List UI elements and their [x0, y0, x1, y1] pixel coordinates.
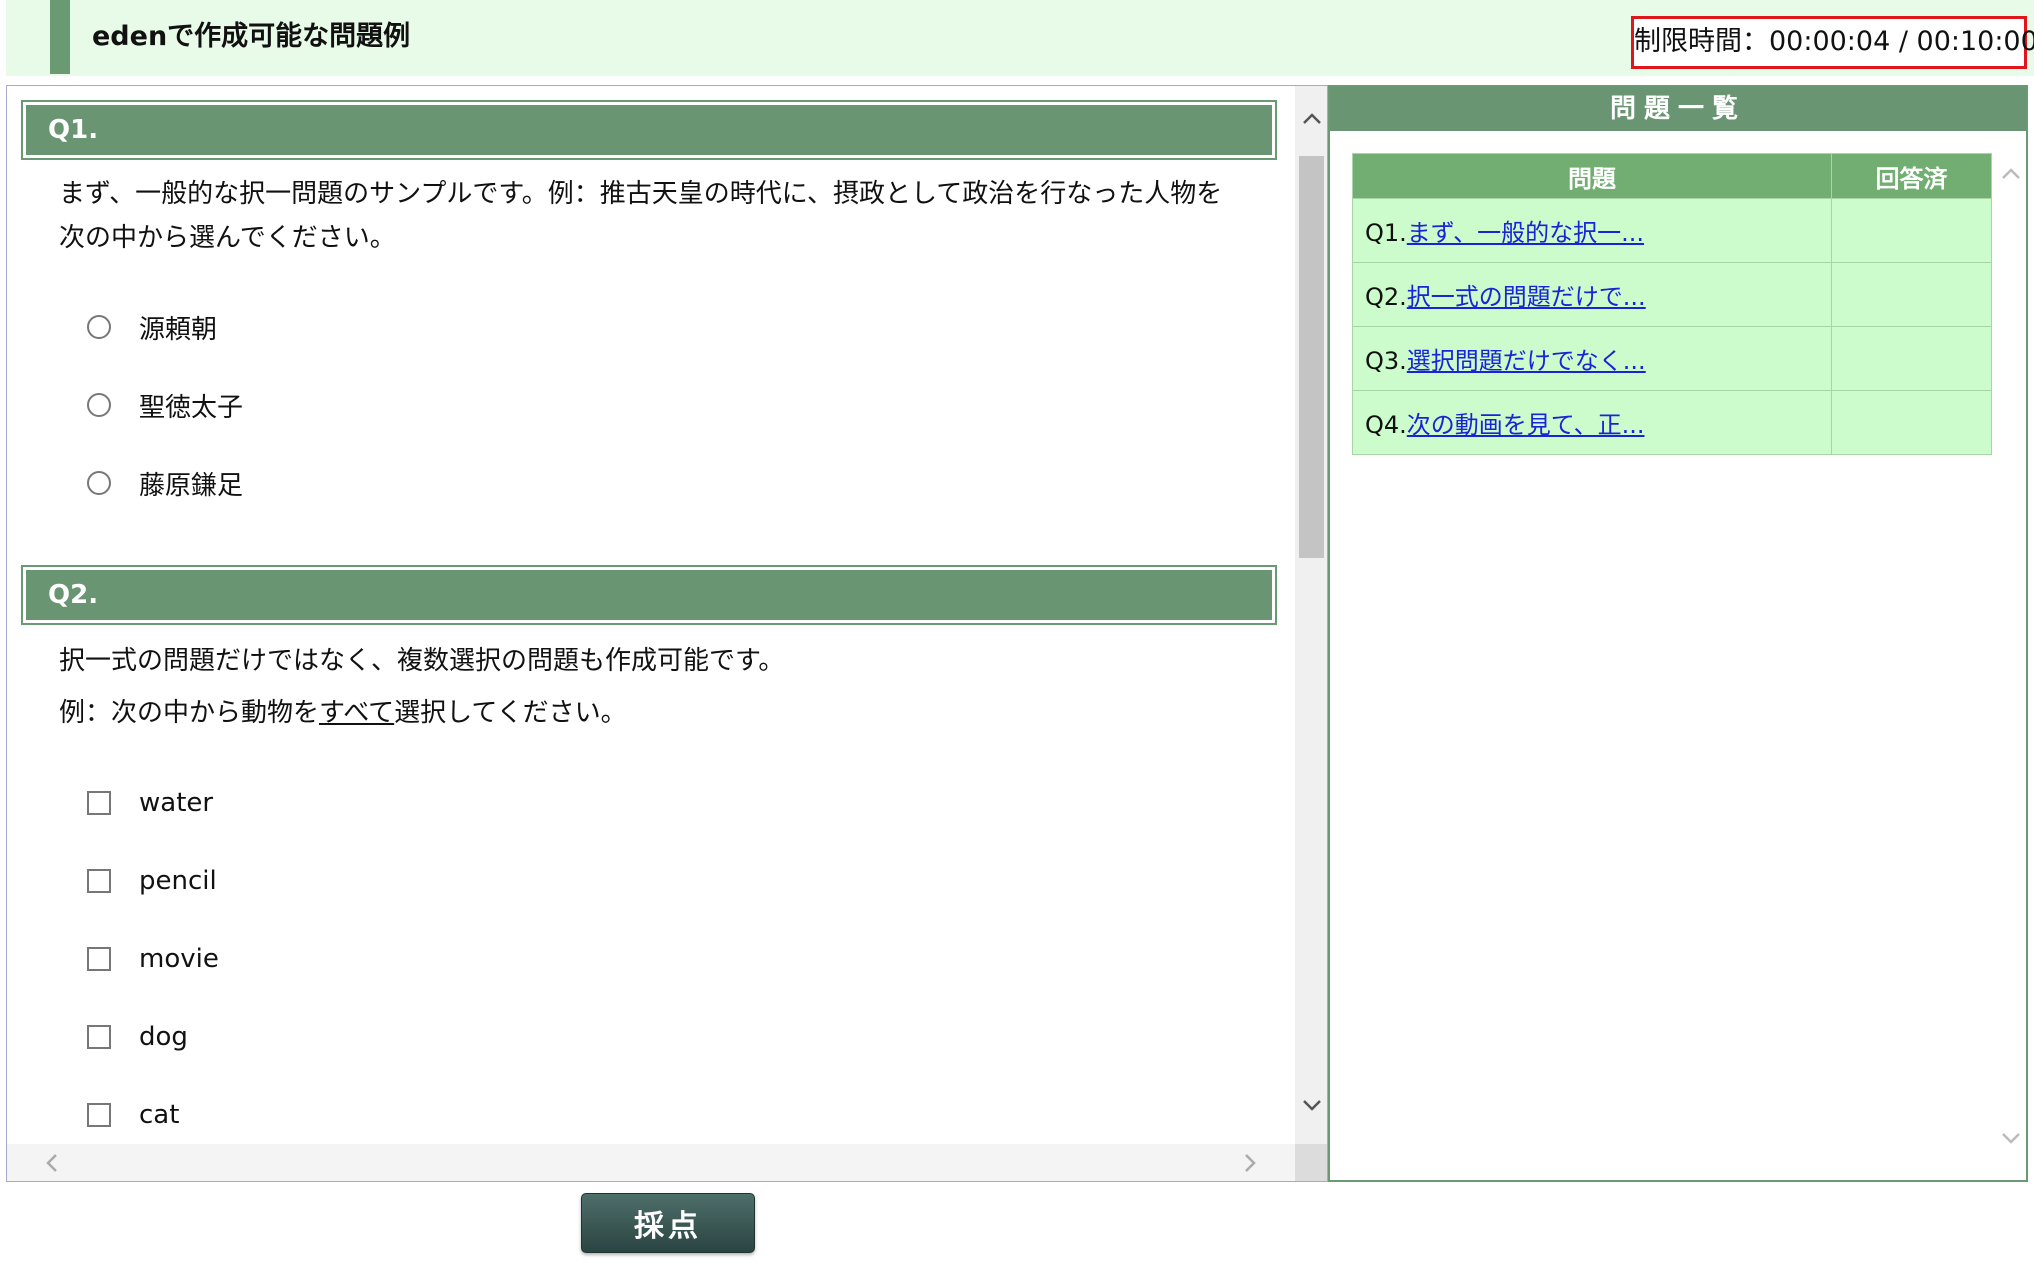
scrollbar-corner — [1295, 1144, 1327, 1181]
scroll-down-arrow-icon[interactable] — [1301, 1094, 1323, 1116]
question-list-panel[interactable]: 問題一覧 問題 回答済 Q1.まず、一般的な択一... Q2.択一式の問題だけで… — [1328, 85, 2028, 1182]
option-label: dog — [139, 1022, 188, 1052]
question-2-option[interactable]: movie — [87, 939, 219, 979]
question-1-number: Q1. — [26, 105, 1272, 155]
table-row: Q2.択一式の問題だけで... — [1352, 262, 1992, 327]
instruction-underlined: すべて — [319, 698, 395, 728]
horizontal-scrollbar[interactable] — [7, 1144, 1295, 1181]
question-panel[interactable]: Q1. まず、一般的な択一問題のサンプルです。例：推古天皇の時代に、摂政として政… — [6, 85, 1328, 1182]
question-number: Q1. — [1365, 219, 1407, 247]
header-accent-bar — [50, 0, 70, 74]
question-link[interactable]: 択一式の問題だけで... — [1407, 283, 1646, 311]
question-2-instruction: 例：次の中から動物をすべて選択してください。 — [59, 691, 784, 735]
radio-button[interactable] — [87, 315, 111, 339]
table-row: Q1.まず、一般的な択一... — [1352, 198, 1992, 263]
instruction-before: 例：次の中から動物を — [59, 698, 320, 728]
question-2-text-line: 択一式の問題だけではなく、複数選択の問題も作成可能です。 — [59, 646, 785, 676]
option-label: 聖徳太子 — [139, 392, 244, 423]
table-row: Q4.次の動画を見て、正... — [1352, 390, 1992, 455]
checkbox[interactable] — [87, 791, 111, 815]
radio-button[interactable] — [87, 393, 111, 417]
question-2-text: 択一式の問題だけではなく、複数選択の問題も作成可能です。 例：次の中から動物をす… — [59, 639, 784, 735]
checkbox[interactable] — [87, 1103, 111, 1127]
question-1-option[interactable]: 源頼朝 — [87, 307, 217, 347]
timer-value: 00:00:04 / 00:10:00 — [1769, 26, 2034, 57]
checkbox[interactable] — [87, 869, 111, 893]
option-label: 藤原鎌足 — [139, 470, 244, 501]
question-cell: Q3.選択問題だけでなく... — [1352, 326, 1832, 391]
radio-button[interactable] — [87, 471, 111, 495]
question-link[interactable]: まず、一般的な択一... — [1407, 219, 1644, 247]
option-label: pencil — [139, 866, 217, 896]
answered-cell — [1831, 326, 1992, 391]
question-list-title: 問題一覧 — [1330, 87, 2026, 131]
question-list-table: 問題 回答済 Q1.まず、一般的な択一... Q2.択一式の問題だけで... Q… — [1352, 153, 1992, 455]
question-cell: Q4.次の動画を見て、正... — [1352, 390, 1832, 455]
question-2-header: Q2. — [21, 565, 1277, 625]
question-number: Q3. — [1365, 347, 1407, 375]
question-1-text-line: まず、一般的な択一問題のサンプルです。例：推古天皇の時代に、摂政として政治を行な… — [59, 179, 1223, 209]
option-label: water — [139, 788, 214, 818]
question-1-text: まず、一般的な択一問題のサンプルです。例：推古天皇の時代に、摂政として政治を行な… — [59, 172, 1222, 260]
checkbox[interactable] — [87, 947, 111, 971]
question-link[interactable]: 次の動画を見て、正... — [1407, 411, 1645, 439]
grade-button[interactable]: 採点 — [581, 1193, 755, 1253]
option-label: cat — [139, 1100, 180, 1130]
time-limit-display: 制限時間：00:00:04 / 00:10:00 — [1631, 16, 2034, 69]
vertical-scroll-thumb[interactable] — [1299, 156, 1324, 558]
scroll-up-arrow-icon[interactable] — [1301, 108, 1323, 130]
question-1-header: Q1. — [21, 100, 1277, 160]
instruction-after: 選択してください。 — [394, 698, 627, 728]
list-scroll-down-arrow-icon[interactable] — [2000, 1127, 2022, 1149]
question-cell: Q1.まず、一般的な択一... — [1352, 198, 1832, 263]
question-cell: Q2.択一式の問題だけで... — [1352, 262, 1832, 327]
answered-cell — [1831, 262, 1992, 327]
vertical-scrollbar[interactable] — [1295, 86, 1327, 1144]
timer-label: 制限時間： — [1634, 26, 1769, 57]
question-number: Q2. — [1365, 283, 1407, 311]
question-link[interactable]: 選択問題だけでなく... — [1407, 347, 1646, 375]
question-1-option[interactable]: 藤原鎌足 — [87, 463, 243, 503]
question-1-text-line: 次の中から選んでください。 — [59, 223, 396, 253]
column-header-answered: 回答済 — [1831, 153, 1992, 199]
page-title: edenで作成可能な問題例 — [92, 21, 411, 52]
answered-cell — [1831, 198, 1992, 263]
question-2-number: Q2. — [26, 570, 1272, 620]
question-2-option[interactable]: pencil — [87, 861, 217, 901]
page-header: edenで作成可能な問題例 制限時間：00:00:04 / 00:10:00 — [6, 0, 2034, 76]
option-label: 源頼朝 — [139, 314, 218, 345]
table-row: Q3.選択問題だけでなく... — [1352, 326, 1992, 391]
question-1-option[interactable]: 聖徳太子 — [87, 385, 243, 425]
answered-cell — [1831, 390, 1992, 455]
question-2-option[interactable]: cat — [87, 1095, 179, 1135]
question-2-option[interactable]: water — [87, 783, 213, 823]
option-label: movie — [139, 944, 219, 974]
list-scroll-up-arrow-icon[interactable] — [2000, 163, 2022, 185]
scroll-right-arrow-icon[interactable] — [1239, 1152, 1261, 1174]
column-header-question: 問題 — [1352, 153, 1832, 199]
question-2-option[interactable]: dog — [87, 1017, 188, 1057]
question-number: Q4. — [1365, 411, 1407, 439]
checkbox[interactable] — [87, 1025, 111, 1049]
scroll-left-arrow-icon[interactable] — [41, 1152, 63, 1174]
